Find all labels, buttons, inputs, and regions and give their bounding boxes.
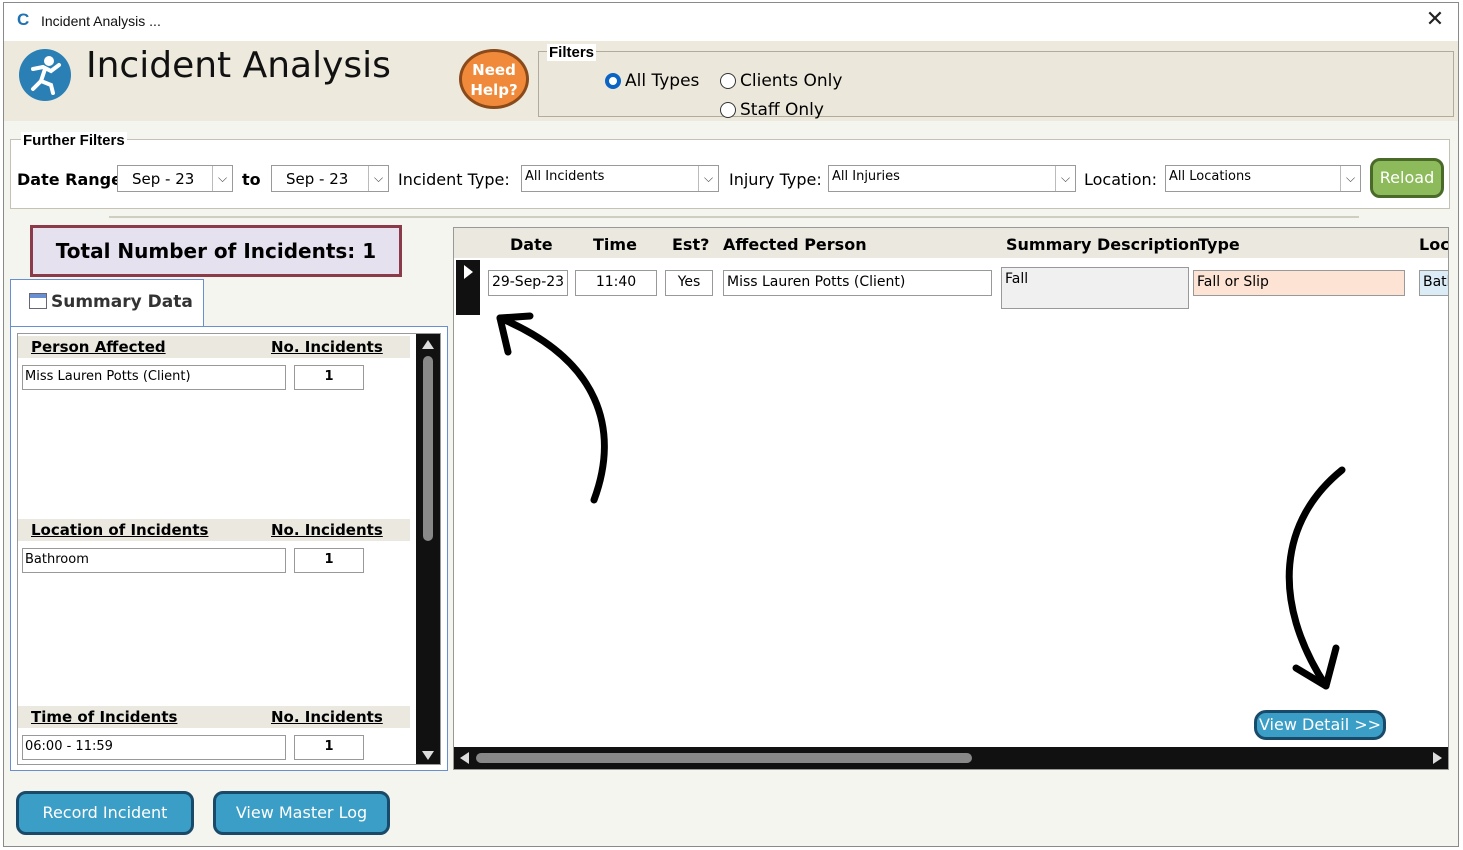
need-help-button[interactable]: Need Help? <box>459 49 529 109</box>
cell-type[interactable]: Fall or Slip <box>1193 270 1405 296</box>
radio-clients-only-label: Clients Only <box>740 71 843 91</box>
scrollbar-thumb[interactable] <box>423 356 433 541</box>
window-title: Incident Analysis ... <box>41 13 161 29</box>
col-date: Date <box>510 235 553 254</box>
location-value: All Locations <box>1169 169 1252 184</box>
col-type: Type <box>1198 235 1240 254</box>
date-from-value: Sep - 23 <box>132 170 195 188</box>
need-help-line2: Help? <box>470 81 518 99</box>
radio-selected-icon <box>605 73 621 89</box>
further-filters-group: Further Filters Date Range: Sep - 23 ⌵ t… <box>10 132 1450 209</box>
cell-affected-person[interactable]: Miss Lauren Potts (Client) <box>723 270 992 296</box>
header: Incident Analysis Need Help? Filters All… <box>4 41 1458 121</box>
location-label: Location: <box>1084 170 1158 189</box>
filters-legend: Filters <box>547 44 597 61</box>
reload-button[interactable]: Reload <box>1370 158 1444 198</box>
radio-staff-only-label: Staff Only <box>740 100 824 120</box>
scroll-down-icon[interactable] <box>422 751 434 760</box>
cell-time[interactable]: 11:40 <box>575 270 657 296</box>
location-of-incidents-heading: Location of Incidents <box>31 521 209 539</box>
injury-type-value: All Injuries <box>832 169 900 184</box>
radio-staff-only[interactable]: Staff Only <box>720 100 824 120</box>
no-incidents-heading: No. Incidents <box>271 521 383 539</box>
summary-vertical-scrollbar[interactable] <box>416 334 440 764</box>
radio-all-types-label: All Types <box>625 71 700 91</box>
date-to-select[interactable]: Sep - 23 ⌵ <box>271 165 389 192</box>
scrollbar-thumb[interactable] <box>476 753 972 763</box>
page-title: Incident Analysis <box>86 45 391 86</box>
cell-date[interactable]: 29-Sep-23 <box>488 270 568 296</box>
chevron-down-icon[interactable]: ⌵ <box>212 166 232 191</box>
scroll-left-icon[interactable] <box>460 752 469 764</box>
location-of-incidents-value: Bathroom <box>22 548 286 573</box>
cell-est[interactable]: Yes <box>665 270 713 296</box>
incident-type-label: Incident Type: <box>398 170 510 189</box>
chevron-down-icon[interactable]: ⌵ <box>1340 166 1360 191</box>
time-of-incidents-heading: Time of Incidents <box>31 708 178 726</box>
col-location: Loca <box>1419 235 1449 254</box>
incident-analysis-window: C Incident Analysis ... ✕ Incident Analy… <box>3 2 1459 847</box>
close-button[interactable]: ✕ <box>1422 7 1448 33</box>
filters-group: Filters All Types Clients Only Staff Onl… <box>538 44 1454 120</box>
tab-summary-data[interactable]: Summary Data <box>10 279 204 327</box>
total-incidents-box: Total Number of Incidents: 1 <box>30 225 402 277</box>
date-range-label: Date Range: <box>17 170 129 189</box>
grid-header: Date Time Est? Affected Person Summary D… <box>454 228 1448 258</box>
col-est: Est? <box>672 235 710 254</box>
location-of-incidents-count: 1 <box>294 548 364 573</box>
time-of-incidents-count: 1 <box>294 735 364 760</box>
row-selector[interactable] <box>456 260 480 315</box>
grid-horizontal-scrollbar[interactable] <box>454 747 1448 769</box>
location-of-incidents-header: Location of Incidents No. Incidents <box>18 519 410 541</box>
person-falling-icon <box>19 49 71 101</box>
col-time: Time <box>593 235 637 254</box>
summary-data-panel: Person Affected No. Incidents Miss Laure… <box>10 326 448 771</box>
cell-location[interactable]: Bath <box>1419 270 1448 296</box>
person-affected-heading: Person Affected <box>31 338 166 356</box>
chevron-down-icon[interactable]: ⌵ <box>1055 166 1075 191</box>
no-incidents-heading: No. Incidents <box>271 708 383 726</box>
app-logo-icon: C <box>17 10 30 29</box>
date-to-value: Sep - 23 <box>286 170 349 188</box>
record-pointer-icon <box>464 265 473 279</box>
radio-clients-only[interactable]: Clients Only <box>720 71 842 91</box>
scroll-up-icon[interactable] <box>422 340 434 349</box>
need-help-line1: Need <box>472 61 516 79</box>
scroll-right-icon[interactable] <box>1433 752 1442 764</box>
time-of-incidents-value: 06:00 - 11:59 <box>22 735 286 760</box>
view-master-log-button[interactable]: View Master Log <box>213 791 390 835</box>
record-incident-button[interactable]: Record Incident <box>16 791 194 835</box>
to-label: to <box>242 170 261 189</box>
col-summary-description: Summary Description <box>1006 235 1201 254</box>
col-affected-person: Affected Person <box>723 235 867 254</box>
divider <box>109 216 1359 218</box>
radio-all-types[interactable]: All Types <box>605 71 699 91</box>
injury-type-label: Injury Type: <box>729 170 822 189</box>
no-incidents-heading: No. Incidents <box>271 338 383 356</box>
person-affected-count: 1 <box>294 365 364 390</box>
calendar-icon <box>29 293 47 309</box>
radio-unselected-icon <box>720 73 736 89</box>
incidents-grid: Date Time Est? Affected Person Summary D… <box>453 227 1449 770</box>
date-from-select[interactable]: Sep - 23 ⌵ <box>117 165 233 192</box>
title-bar: C Incident Analysis ... ✕ <box>4 3 1458 41</box>
summary-data-list: Person Affected No. Incidents Miss Laure… <box>17 333 441 765</box>
view-detail-button[interactable]: View Detail >> <box>1254 710 1386 740</box>
incident-type-select[interactable]: All Incidents ⌵ <box>521 165 719 192</box>
further-filters-legend: Further Filters <box>21 132 127 149</box>
person-affected-header: Person Affected No. Incidents <box>18 336 410 358</box>
person-affected-value: Miss Lauren Potts (Client) <box>22 365 286 390</box>
injury-type-select[interactable]: All Injuries ⌵ <box>828 165 1076 192</box>
chevron-down-icon[interactable]: ⌵ <box>698 166 718 191</box>
time-of-incidents-header: Time of Incidents No. Incidents <box>18 706 410 728</box>
cell-summary-description[interactable]: Fall <box>1001 267 1189 309</box>
tab-summary-data-label: Summary Data <box>51 292 193 312</box>
radio-unselected-icon <box>720 102 736 118</box>
location-select[interactable]: All Locations ⌵ <box>1165 165 1361 192</box>
chevron-down-icon[interactable]: ⌵ <box>368 166 388 191</box>
incident-type-value: All Incidents <box>525 169 605 184</box>
